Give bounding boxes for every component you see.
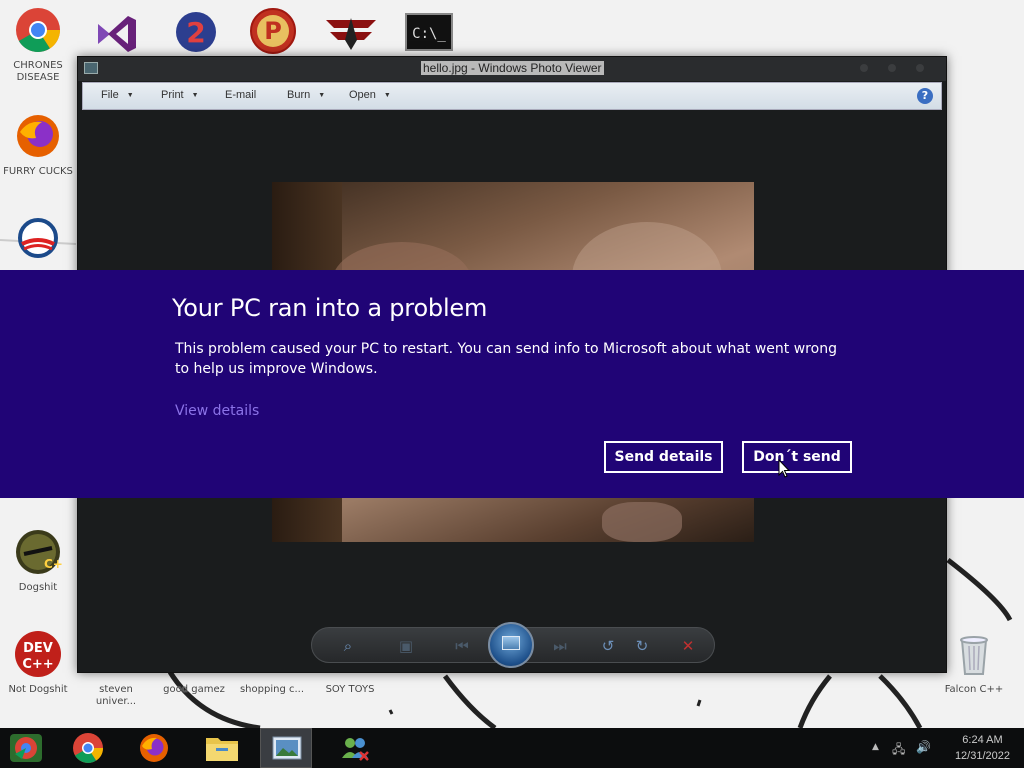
desktop-icon-good-gamez[interactable]: good gamez <box>156 682 232 696</box>
desktop-icon-steven[interactable]: steven univer... <box>78 682 154 708</box>
desktop-icon-label: Not Dogshit <box>8 684 68 695</box>
network-icon[interactable]: 🖧 <box>892 740 905 761</box>
actual-size-icon[interactable]: ▣ <box>396 636 416 656</box>
zoom-icon[interactable]: ⌕ <box>338 636 358 656</box>
svg-text:DEV: DEV <box>23 641 53 656</box>
rotate-clockwise-icon[interactable]: ↻ <box>632 636 652 656</box>
close-button[interactable] <box>916 64 924 72</box>
photo-viewer-icon <box>84 62 98 74</box>
recycle-bin-icon <box>960 636 988 675</box>
mouse-cursor-icon <box>778 459 790 478</box>
error-message: This problem caused your PC to restart. … <box>175 341 837 377</box>
error-banner: Your PC ran into a problem This problem … <box>0 270 1024 498</box>
taskbar-photo-viewer[interactable] <box>260 728 312 768</box>
desktop-icon-label: steven univer... <box>95 684 137 707</box>
window-title: hello.jpg - Windows Photo Viewer <box>421 61 604 75</box>
firefox-icon <box>17 115 59 157</box>
menu-print-label: Print <box>161 89 184 101</box>
emblem-icon[interactable] <box>324 10 378 54</box>
desktop-icon-shopping[interactable]: shopping c... <box>234 682 310 696</box>
chevron-down-icon: ▼ <box>318 92 326 99</box>
desktop-icon-label: Dogshit <box>18 582 58 593</box>
desktop-icon-label: SOY TOYS <box>325 684 375 695</box>
desktop-icon-label: CHRONES DISEASE <box>13 60 63 83</box>
desktop-icon-falcon[interactable]: Falcon C++ <box>936 630 1012 696</box>
menu-email[interactable]: E-mail <box>225 89 256 101</box>
desktop-icon-label: FURRY CUCKS <box>3 166 73 177</box>
menu-file-label: File <box>101 89 119 101</box>
slideshow-button[interactable] <box>488 622 534 668</box>
chevron-down-icon: ▼ <box>383 92 391 99</box>
volume-icon[interactable]: 🔊 <box>916 740 931 754</box>
taskbar-people-icon[interactable] <box>330 728 382 768</box>
obama-logo-icon <box>18 218 58 258</box>
menu-burn[interactable]: Burn ▼ <box>287 89 325 101</box>
menu-open[interactable]: Open ▼ <box>349 89 391 101</box>
desktop-icon-soy-toys[interactable]: SOY TOYS <box>312 682 388 696</box>
svg-text:P: P <box>264 17 282 45</box>
desktop-icon-not-dogshit[interactable]: DEV C++ Not Dogshit <box>0 630 76 696</box>
desktop-icon-label: good gamez <box>163 684 225 695</box>
svg-text:C++: C++ <box>22 657 53 672</box>
taskbar: ▲ 🖧 🔊 6:24 AM 12/31/2022 <box>0 728 1024 768</box>
show-hidden-icons-icon[interactable]: ▲ <box>872 742 879 752</box>
clock-date: 12/31/2022 <box>954 750 1010 762</box>
menu-print[interactable]: Print ▼ <box>161 89 199 101</box>
chevron-down-icon: ▼ <box>191 92 199 99</box>
rotate-counterclockwise-icon[interactable]: ↺ <box>598 636 618 656</box>
view-details-link[interactable]: View details <box>175 403 259 419</box>
osu-icon[interactable]: 2 <box>172 8 220 56</box>
maximize-button[interactable] <box>888 64 896 72</box>
minimize-button[interactable] <box>860 64 868 72</box>
viewer-menubar: File ▼ Print ▼ E-mail Burn ▼ Open ▼ ? <box>82 82 942 110</box>
pinball-icon[interactable]: P <box>248 6 298 56</box>
clock-time: 6:24 AM <box>962 734 1003 746</box>
previous-icon[interactable]: ⏮ <box>452 636 472 656</box>
menu-burn-label: Burn <box>287 89 311 101</box>
window-titlebar[interactable]: hello.jpg - Windows Photo Viewer <box>78 57 946 81</box>
desktop-icon-chrome[interactable]: CHRONES DISEASE <box>0 6 76 84</box>
devcpp-icon: DEVC++ <box>15 631 61 677</box>
taskbar-firefox-icon[interactable] <box>128 728 180 768</box>
taskbar-clock[interactable]: 6:24 AM 12/31/2022 <box>955 732 1010 764</box>
dogshit-icon: C++ <box>16 530 73 574</box>
slideshow-icon <box>502 636 520 650</box>
svg-text:2: 2 <box>186 16 205 49</box>
desktop-icon-dogshit[interactable]: C++ Dogshit <box>0 528 76 594</box>
help-icon[interactable]: ? <box>917 88 933 104</box>
viewer-bottom-toolbar: ⌕ ▣ ⏮ ⏭ ↺ ↻ ✕ <box>311 622 715 668</box>
desktop-icon-label: Falcon C++ <box>944 684 1004 695</box>
desktop-icon-firefox[interactable]: FURRY CUCKS <box>0 112 76 178</box>
photo-viewer-icon <box>272 736 302 760</box>
desktop-icon-obama[interactable] <box>0 214 76 266</box>
taskbar-file-explorer-icon[interactable] <box>196 728 248 768</box>
start-button-icon[interactable] <box>0 728 52 768</box>
dont-send-button[interactable]: Don´t send <box>742 441 852 473</box>
visual-studio-icon[interactable] <box>94 10 140 56</box>
chevron-down-icon: ▼ <box>126 92 134 99</box>
error-title: Your PC ran into a problem <box>172 294 488 322</box>
next-icon[interactable]: ⏭ <box>550 636 570 656</box>
taskbar-chrome-icon[interactable] <box>62 728 114 768</box>
send-details-button[interactable]: Send details <box>604 441 723 473</box>
delete-icon[interactable]: ✕ <box>678 636 698 656</box>
menu-file[interactable]: File ▼ <box>101 89 134 101</box>
chrome-icon <box>16 8 60 52</box>
menu-email-label: E-mail <box>225 89 257 101</box>
command-prompt-icon[interactable]: C:\_ <box>405 13 453 51</box>
menu-open-label: Open <box>349 89 376 101</box>
svg-text:C++: C++ <box>44 557 62 571</box>
desktop-icon-label: shopping c... <box>239 684 305 695</box>
